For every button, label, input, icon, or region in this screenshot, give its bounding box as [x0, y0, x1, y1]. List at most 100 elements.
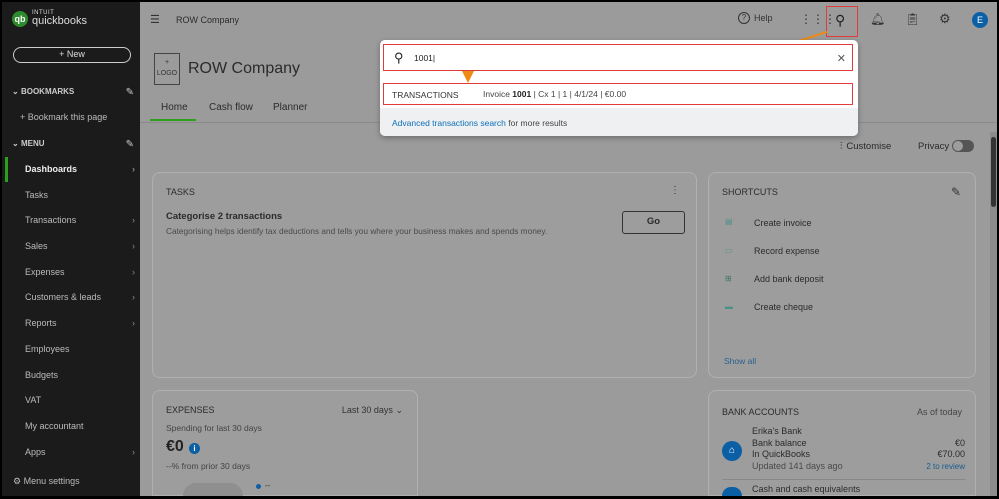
sidebar-item-dashboards[interactable]: Dashboards › — [25, 164, 135, 174]
shortcuts-title: SHORTCUTS — [722, 187, 778, 197]
bank-balance: €0 — [954, 437, 965, 448]
shortcuts-card: SHORTCUTS ✎ ▤ Create invoice ▭ Record ex… — [708, 172, 976, 378]
search-result-invoice[interactable]: Invoice 1001 | Cx 1 | 1 | 4/1/24 | €0.00 — [483, 89, 626, 99]
help-label: Help — [754, 13, 773, 23]
tab-planner[interactable]: Planner — [273, 102, 307, 113]
brand-name: quickbooks — [32, 15, 88, 27]
chevron-right-icon: › — [132, 318, 135, 328]
bookmarks-section[interactable]: ⌄ BOOKMARKS ✎ — [12, 87, 134, 98]
show-all-link[interactable]: Show all — [724, 356, 756, 366]
item-label: Customers & leads — [25, 292, 102, 302]
collapse-menu-icon[interactable]: ☰ — [150, 13, 160, 26]
tab-cash-flow[interactable]: Cash flow — [209, 102, 253, 113]
range-dropdown[interactable]: Last 30 days ⌄ — [342, 405, 403, 416]
clear-search-icon[interactable]: ✕ — [837, 52, 846, 65]
add-logo-button[interactable]: + LOGO — [154, 53, 180, 85]
expenses-donut — [183, 483, 243, 496]
sidebar-item-budgets[interactable]: Budgets — [25, 370, 135, 380]
bank-title: BANK ACCOUNTS — [722, 407, 800, 417]
shortcut-create-invoice[interactable]: Create invoice — [754, 218, 812, 228]
bookmarks-label: BOOKMARKS — [20, 87, 75, 96]
bank-account-row[interactable]: Erika's Bank Bank balance €0 In QuickBook… — [752, 426, 965, 472]
customise-label: Customise — [846, 141, 892, 152]
advanced-search-link[interactable]: Advanced transactions search — [392, 118, 506, 128]
annotation-arrow — [462, 71, 474, 83]
bank-deposit-icon: ⊞ — [725, 274, 732, 283]
menu-label: MENU — [20, 139, 45, 148]
item-label: Budgets — [25, 370, 59, 380]
sidebar-item-vat[interactable]: VAT — [25, 395, 135, 405]
to-review-link[interactable]: 2 to review — [926, 461, 965, 473]
search-button[interactable]: ⚲ — [826, 6, 858, 37]
header-company: ROW Company — [176, 15, 240, 25]
divider — [722, 479, 965, 480]
scrollbar-thumb[interactable] — [991, 137, 996, 207]
sidebar-item-transactions[interactable]: Transactions › — [25, 215, 135, 225]
chevron-down-icon: ⌄ — [395, 405, 403, 415]
new-button[interactable]: + New — [13, 47, 131, 63]
help-button[interactable]: ? Help — [738, 12, 773, 24]
search-dropdown: ⚲ 1001| ✕ TRANSACTIONS Invoice 1001 | Cx… — [380, 40, 858, 136]
info-icon[interactable]: i — [189, 443, 200, 454]
advanced-search-row: Advanced transactions search for more re… — [392, 118, 567, 128]
search-icon: ⚲ — [394, 50, 404, 65]
more-options-icon[interactable]: ⋮ — [670, 185, 680, 196]
menu-settings[interactable]: ⚙ Menu settings — [13, 476, 123, 487]
customise-button[interactable]: ⫶ Customise — [840, 141, 891, 152]
sidebar-item-my-accountant[interactable]: My accountant — [25, 421, 135, 431]
shortcut-add-bank-deposit[interactable]: Add bank deposit — [754, 274, 824, 284]
quickbooks-logo[interactable]: qb INTUIT quickbooks — [12, 10, 87, 27]
logo-label: LOGO — [156, 70, 178, 77]
shortcut-record-expense[interactable]: Record expense — [754, 246, 820, 256]
go-button[interactable]: Go — [622, 211, 685, 234]
bank-account-name[interactable]: Cash and cash equivalents — [752, 484, 860, 495]
bank-as-of: As of today — [916, 407, 962, 417]
search-input-highlight — [383, 44, 853, 71]
sidebar-item-apps[interactable]: Apps › — [25, 447, 135, 457]
help-icon: ? — [738, 12, 750, 24]
sliders-icon: ⫶ — [840, 141, 843, 152]
bank-icon: ⌂ — [722, 441, 742, 461]
item-label: Reports — [25, 318, 57, 328]
item-label: Transactions — [25, 215, 77, 225]
sidebar-item-customers[interactable]: Customers & leads › — [25, 292, 135, 302]
menu-section[interactable]: ⌄ MENU ✎ — [12, 139, 134, 150]
search-input[interactable]: 1001| — [414, 53, 435, 63]
sidebar-item-sales[interactable]: Sales › — [25, 241, 135, 251]
tasks-card: TASKS ⋮ Categorise 2 transactions Catego… — [152, 172, 697, 378]
edit-bookmarks-icon[interactable]: ✎ — [126, 87, 134, 98]
settings-gear-icon[interactable]: ⚙ — [939, 11, 951, 27]
sidebar-item-expenses[interactable]: Expenses › — [25, 267, 135, 277]
chevron-right-icon: › — [132, 267, 135, 277]
edit-menu-icon[interactable]: ✎ — [126, 139, 134, 150]
in-qb-label: In QuickBooks — [752, 449, 811, 459]
bank-icon — [722, 487, 742, 496]
sidebar-item-tasks[interactable]: Tasks — [25, 190, 135, 200]
tasks-clipboard-icon[interactable]: 📋︎ — [905, 12, 920, 26]
bank-accounts-card: BANK ACCOUNTS As of today ⌂ Erika's Bank… — [708, 390, 976, 496]
task-heading: Categorise 2 transactions — [166, 211, 283, 222]
chevron-right-icon: › — [132, 447, 135, 457]
chevron-down-icon: ⌄ — [12, 87, 21, 96]
chevron-right-icon: › — [132, 164, 135, 174]
sidebar-item-reports[interactable]: Reports › — [25, 318, 135, 328]
user-avatar[interactable]: E — [972, 12, 988, 28]
bell-icon[interactable]: 🔔︎ — [870, 12, 885, 26]
expenses-title: EXPENSES — [166, 405, 215, 415]
tab-home[interactable]: Home — [161, 102, 188, 113]
item-label: Sales — [25, 241, 48, 251]
chevron-down-icon: ⌄ — [12, 139, 21, 148]
edit-shortcuts-icon[interactable]: ✎ — [951, 185, 961, 199]
gear-icon: ⚙ — [13, 476, 24, 486]
logo-plus: + — [164, 59, 170, 66]
task-description: Categorising helps identify tax deductio… — [166, 226, 548, 236]
shortcut-create-cheque[interactable]: Create cheque — [754, 302, 813, 312]
sidebar-item-employees[interactable]: Employees — [25, 344, 135, 354]
advanced-search-text: for more results — [505, 118, 568, 128]
bank-balance-label: Bank balance — [752, 437, 807, 448]
privacy-toggle[interactable] — [952, 140, 974, 152]
result-prefix: Invoice — [483, 89, 513, 99]
bookmark-this-page[interactable]: + Bookmark this page — [20, 112, 130, 122]
invoice-icon: ▤ — [725, 217, 733, 226]
updated-text: Updated 141 days ago — [752, 460, 843, 471]
